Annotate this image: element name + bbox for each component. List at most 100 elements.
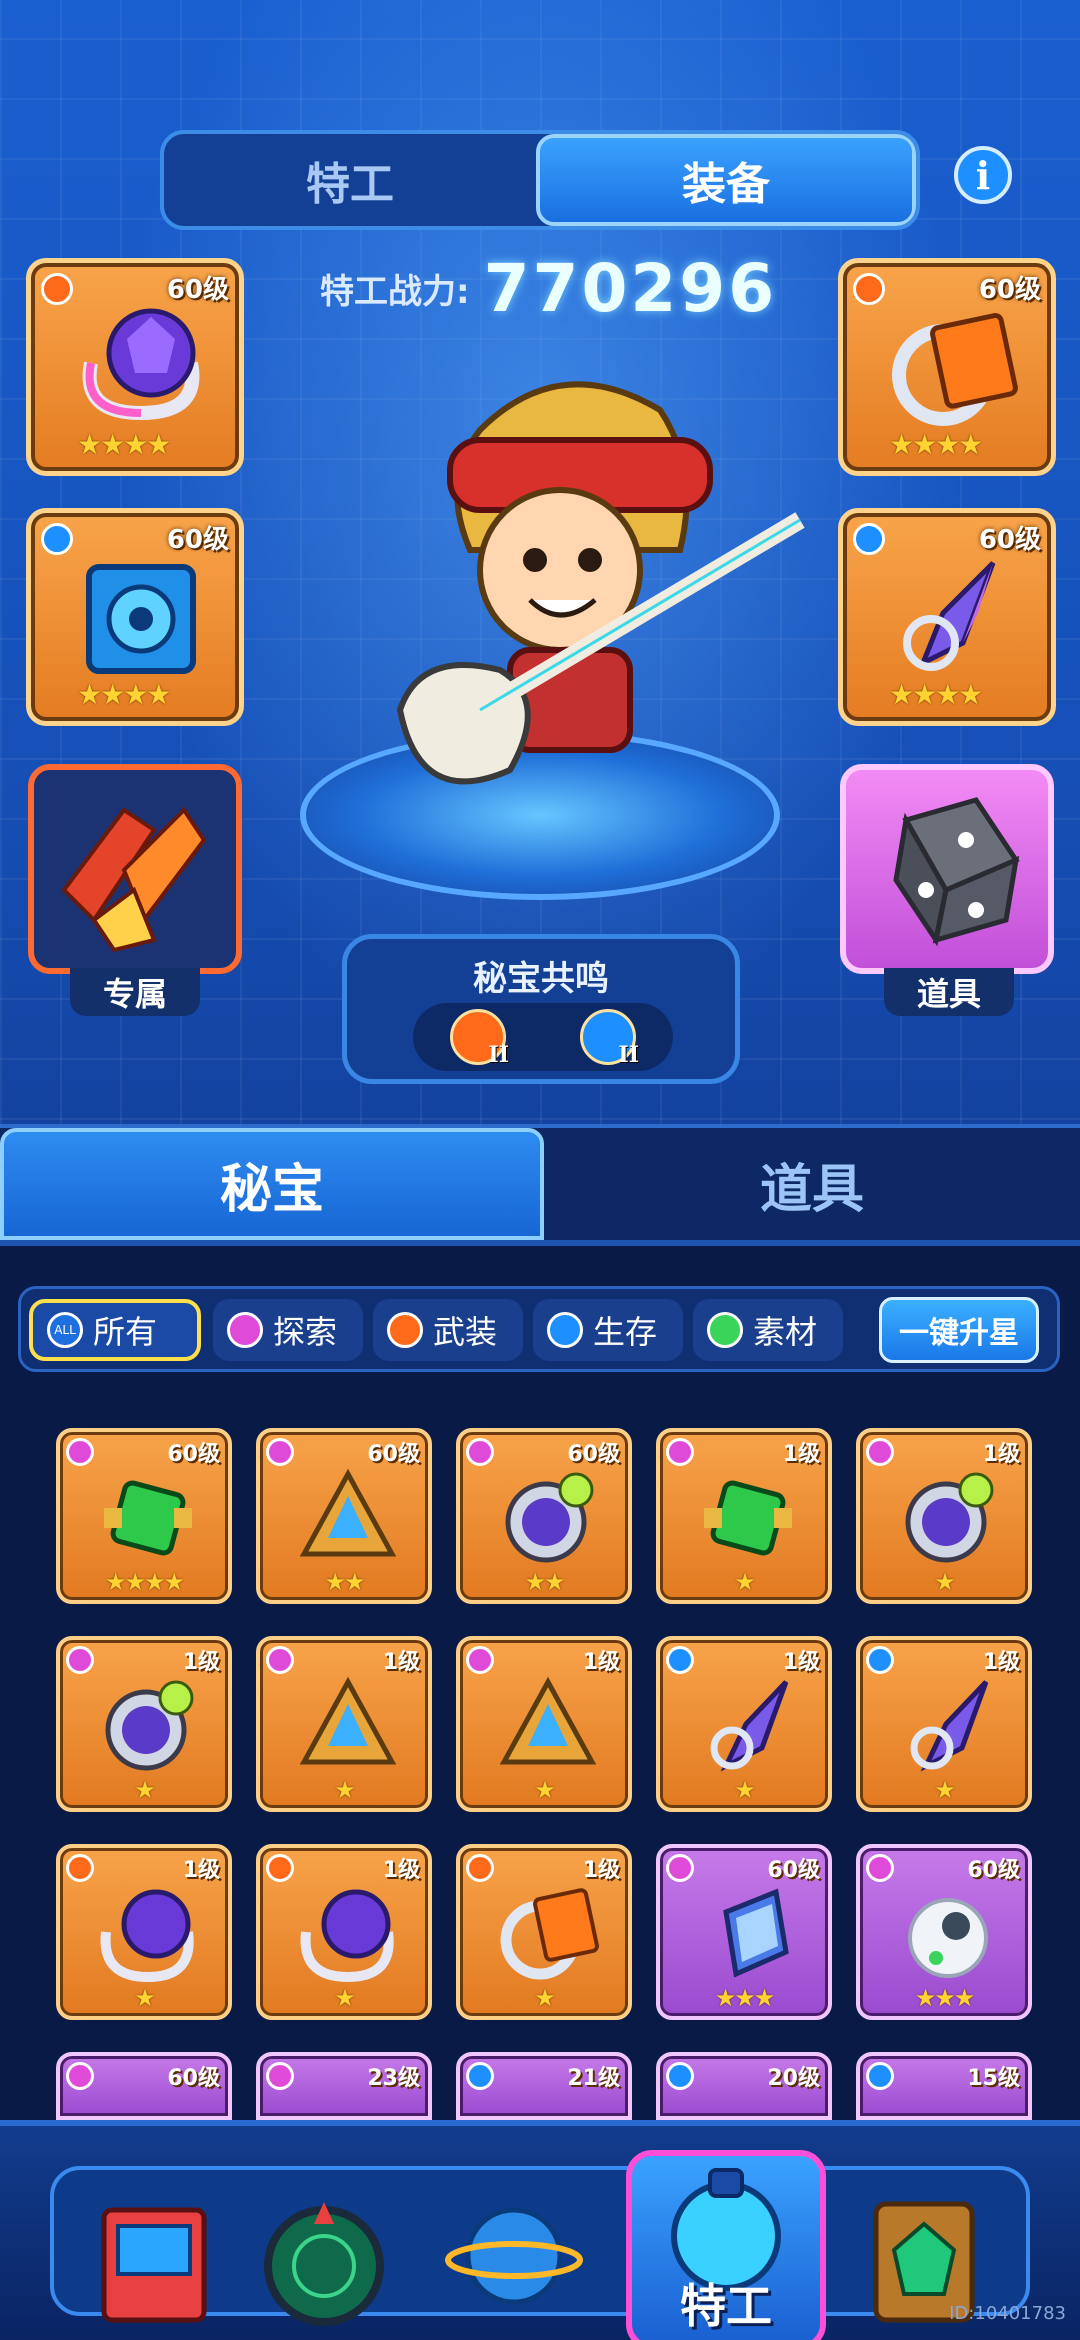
treasure-item[interactable]: 60级 ★★★ [656,1844,832,2020]
crystal-bracelet-icon [100,1889,194,1982]
exclusive-slot[interactable] [28,764,242,974]
item-level: 60级 [167,2066,220,2091]
nav-agent-label: 特工 [680,2279,772,2333]
filter-explore[interactable]: 探索 [213,1299,363,1361]
treasure-item[interactable]: 60级 [56,2052,232,2120]
item-level: 1级 [782,1442,820,1467]
crystal-shard-icon [903,561,996,671]
upgrade-all-button[interactable]: 一键升星 [879,1297,1039,1363]
treasure-item[interactable]: 1级 ★ [856,1636,1032,1812]
treasure-item[interactable]: 1级 ★ [456,1636,632,1812]
treasure-item[interactable]: 60级 ★★★★ [56,1428,232,1604]
item-level: 60级 [967,1858,1020,1883]
slot-level: 60级 [166,275,229,305]
item-stars: ★ [934,1568,956,1596]
treasure-resonance-panel[interactable]: 秘宝共鸣 II II [342,934,740,1084]
crystal-bracelet-icon [82,308,200,421]
blueprint-ring-icon [500,1888,599,1980]
type-badge-icon [866,2062,894,2090]
treasure-item[interactable]: 1级 ★ [56,1636,232,1812]
filter-label: 武装 [433,1313,498,1351]
treasure-item[interactable]: 1级 ★ [856,1428,1032,1604]
equip-slot-right-1[interactable]: 60级 ★★★★ [838,258,1056,476]
equip-slot-right-2[interactable]: 60级 ★★★★ [838,508,1056,726]
tab-props[interactable]: 道具 [544,1128,1080,1240]
explore-icon [227,1312,263,1348]
treasure-item[interactable]: 1级 ★ [256,1636,432,1812]
power-label: 特工战力: [320,271,470,312]
type-badge-icon [466,1438,494,1466]
weapon-type-icon [41,273,73,305]
material-icon [707,1312,743,1348]
arcade-machine-icon [101,2207,207,2323]
item-level: 1级 [982,1442,1020,1467]
equip-slot-left-2[interactable]: 60级 ★★★★ [26,508,244,726]
type-badge-icon [266,1438,294,1466]
item-stars: ★ [534,1776,556,1804]
treasure-item[interactable]: 1级 ★ [56,1844,232,2020]
treasure-item[interactable]: 1级 ★ [456,1844,632,2020]
type-badge-icon [66,1646,94,1674]
slot-level: 60级 [978,525,1041,555]
filter-material[interactable]: 素材 [693,1299,843,1361]
resonance-title: 秘宝共鸣 [473,959,609,999]
nav-radar[interactable] [254,2190,394,2330]
item-stars: ★ [334,1984,356,2012]
resonance-tier: II [618,1042,639,1068]
item-level: 1级 [982,1650,1020,1675]
item-stars: ★★★ [714,1984,776,2012]
treasure-item[interactable]: 1级 ★ [656,1636,832,1812]
item-level: 21级 [567,2066,620,2091]
item-stars: ★★★ [914,1984,976,2012]
fur-ring-icon [908,1898,988,1978]
equip-slot-left-1[interactable]: 60级 ★★★★ [26,258,244,476]
agent-character[interactable] [360,350,840,830]
treasure-item[interactable]: 23级 [256,2052,432,2120]
survival-type-icon [41,523,73,555]
tab-agent[interactable]: 特工 [164,134,536,226]
top-tab-bar: 特工 装备 [160,130,920,230]
treasure-item[interactable]: 1级 ★ [256,1844,432,2020]
treasure-item[interactable]: 15级 [856,2052,1032,2120]
prop-slot[interactable] [840,764,1054,974]
treasure-item[interactable]: 60级 ★★★ [856,1844,1032,2020]
filter-all[interactable]: ALL 所有 [29,1299,201,1361]
slot-level: 60级 [978,275,1041,305]
crystal-bracelet-icon [300,1889,394,1982]
tab-equipment[interactable]: 装备 [536,134,916,226]
crystal-shard-icon [710,1680,789,1772]
slot-stars: ★★★★ [77,678,171,711]
filter-weapon[interactable]: 武装 [373,1299,523,1361]
item-stars: ★ [334,1776,356,1804]
type-badge-icon [866,1646,894,1674]
info-icon[interactable]: i [954,146,1012,204]
item-stars: ★ [934,1776,956,1804]
item-stars: ★★ [324,1568,365,1596]
all-icon: ALL [47,1312,83,1348]
filter-survival[interactable]: 生存 [533,1299,683,1361]
guitar-shards-icon [61,806,207,953]
device-icon [896,2090,1000,2120]
item-level: 15级 [967,2066,1020,2091]
speaker-box-icon [86,564,196,674]
treasure-item[interactable]: 21级 [456,2052,632,2120]
exclusive-caption: 专属 [70,968,200,1016]
watermark: ID:10401783 [949,2303,1066,2324]
section-tab-bar: 秘宝 道具 [0,1124,1080,1240]
item-level: 1级 [182,1858,220,1883]
item-level: 1级 [382,1858,420,1883]
type-badge-icon [866,1438,894,1466]
nav-agent[interactable]: 特工 [626,2150,826,2340]
type-badge-icon [66,1854,94,1882]
item-stars: ★ [734,1568,756,1596]
treasure-item[interactable]: 60级 ★★ [456,1428,632,1604]
treasure-item[interactable]: 60级 ★★ [256,1428,432,1604]
treasure-item[interactable]: 20级 [656,2052,832,2120]
nav-planet[interactable] [444,2190,584,2330]
nav-arcade[interactable] [84,2190,224,2330]
type-badge-icon [266,2062,294,2090]
survival-type-icon [853,523,885,555]
item-stars: ★ [134,1776,156,1804]
treasure-item[interactable]: 1级 ★ [656,1428,832,1604]
tab-treasure[interactable]: 秘宝 [0,1128,544,1240]
